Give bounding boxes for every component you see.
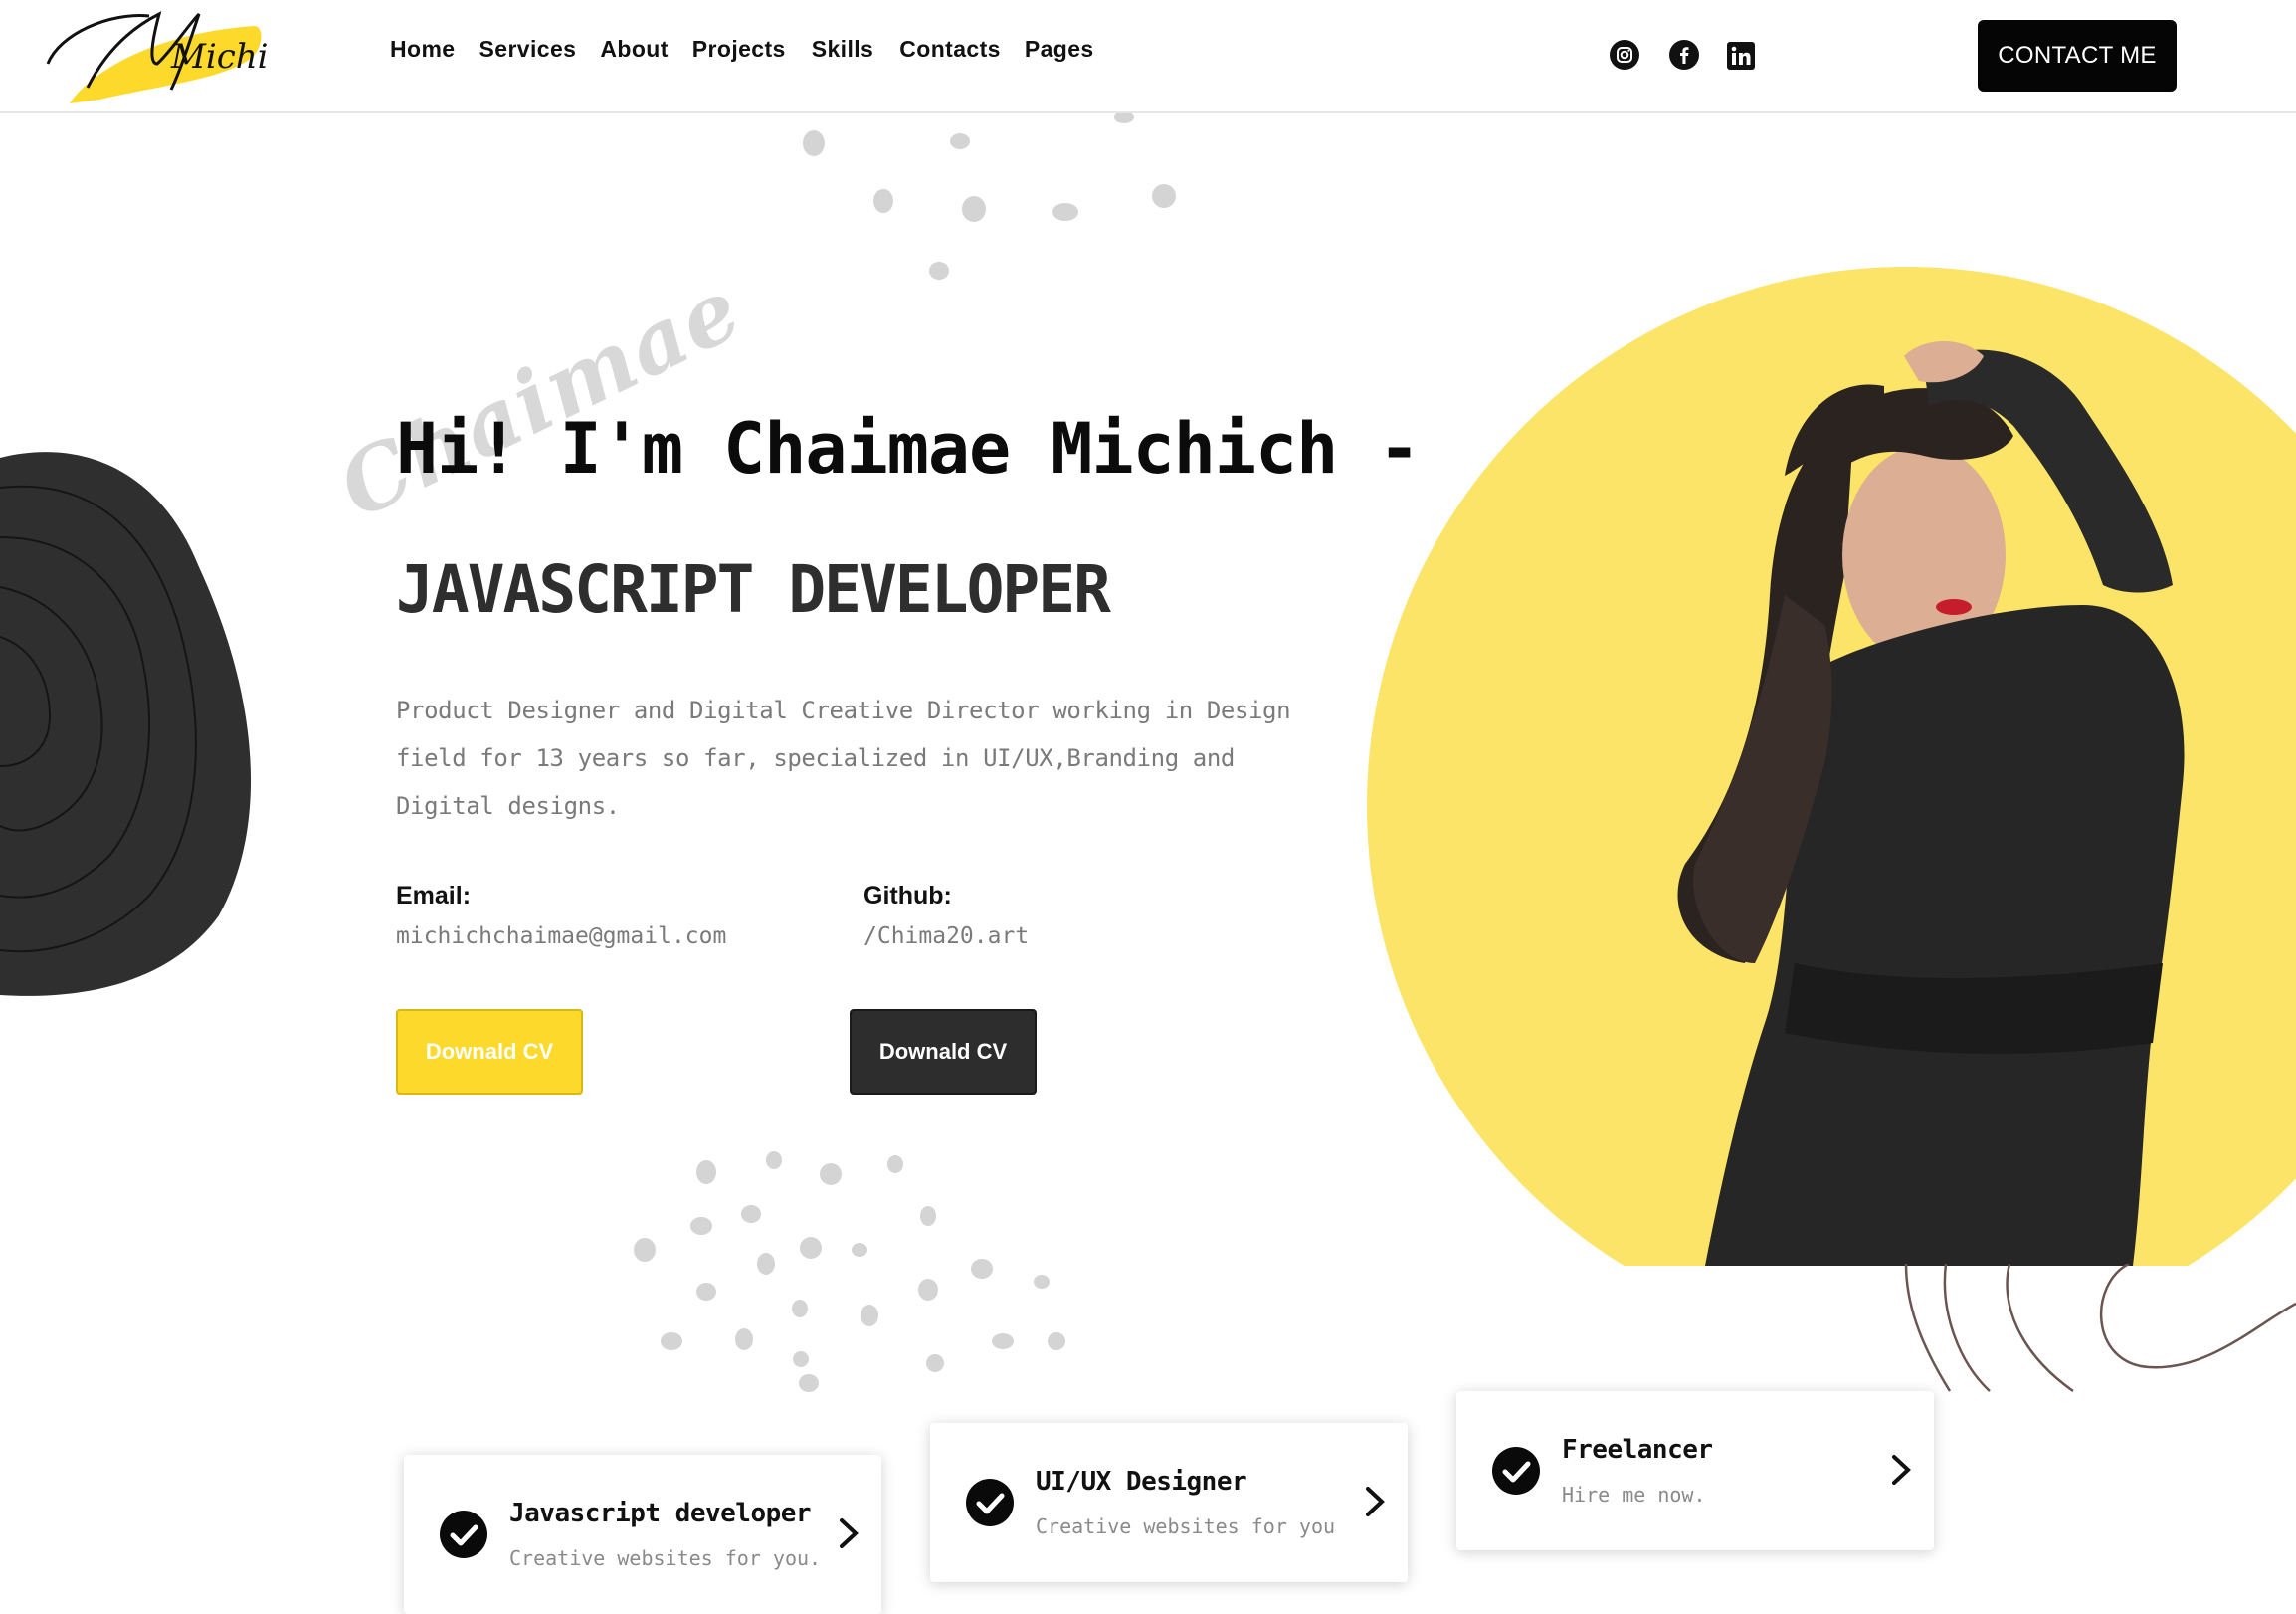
nav-services[interactable]: Services bbox=[479, 36, 577, 63]
card-title: Freelancer bbox=[1562, 1435, 1713, 1465]
service-card-javascript[interactable]: Javascript developer Creative websites f… bbox=[404, 1455, 881, 1614]
download-cv-button-secondary[interactable]: Downald CV bbox=[850, 1009, 1037, 1095]
hero-title: Hi! I'm Chaimae Michich - bbox=[396, 408, 1421, 490]
instagram-icon[interactable] bbox=[1610, 40, 1639, 70]
hero-description: Product Designer and Digital Creative Di… bbox=[396, 697, 1291, 820]
check-circle-icon bbox=[966, 1479, 1014, 1526]
contact-me-button[interactable]: CONTACT ME bbox=[1978, 20, 2177, 92]
nav-skills[interactable]: Skills bbox=[812, 36, 874, 63]
email-value[interactable]: michichchaimae@gmail.com bbox=[396, 923, 726, 949]
chevron-right-icon[interactable] bbox=[1362, 1485, 1388, 1518]
decorative-lines-right bbox=[1904, 1264, 2296, 1393]
nav-home[interactable]: Home bbox=[390, 36, 456, 63]
github-label: Github: bbox=[863, 882, 952, 909]
nav-pages[interactable]: Pages bbox=[1025, 36, 1094, 63]
logo[interactable]: Michich bbox=[40, 4, 308, 109]
card-subtitle: Creative websites for you. bbox=[509, 1546, 822, 1570]
chevron-right-icon[interactable] bbox=[1888, 1453, 1914, 1487]
decorative-blob-left bbox=[0, 452, 252, 996]
download-cv-button-primary[interactable]: Downald CV bbox=[396, 1009, 583, 1095]
portrait-image bbox=[1367, 267, 2296, 1266]
check-circle-icon bbox=[440, 1511, 487, 1558]
logo-text: Michich bbox=[170, 37, 269, 77]
site-header: Michich Home Services About Projects Ski… bbox=[0, 0, 2296, 113]
card-subtitle: Hire me now. bbox=[1562, 1483, 1706, 1507]
nav-about[interactable]: About bbox=[600, 36, 668, 63]
decorative-dots-top bbox=[803, 111, 1176, 280]
main-nav: Home Services About Projects Skills Cont… bbox=[390, 36, 1118, 63]
hero-subtitle: JAVASCRIPT DEVELOPER bbox=[396, 551, 1111, 628]
check-circle-icon bbox=[1492, 1447, 1540, 1495]
card-subtitle: Creative websites for you bbox=[1036, 1514, 1336, 1538]
nav-contacts[interactable]: Contacts bbox=[899, 36, 1001, 63]
service-card-uiux[interactable]: UI/UX Designer Creative websites for you bbox=[930, 1423, 1408, 1582]
card-title: Javascript developer bbox=[509, 1499, 812, 1528]
service-card-freelancer[interactable]: Freelancer Hire me now. bbox=[1456, 1391, 1934, 1550]
nav-projects[interactable]: Projects bbox=[692, 36, 786, 63]
watermark-name: Chaimae bbox=[323, 258, 757, 538]
github-value[interactable]: /Chima20.art bbox=[863, 923, 1029, 949]
decorative-dots-bottom bbox=[634, 1151, 1065, 1392]
linkedin-icon[interactable] bbox=[1727, 42, 1755, 70]
chevron-right-icon[interactable] bbox=[836, 1516, 861, 1550]
card-title: UI/UX Designer bbox=[1036, 1467, 1247, 1497]
facebook-icon[interactable] bbox=[1669, 40, 1699, 70]
email-label: Email: bbox=[396, 882, 472, 909]
